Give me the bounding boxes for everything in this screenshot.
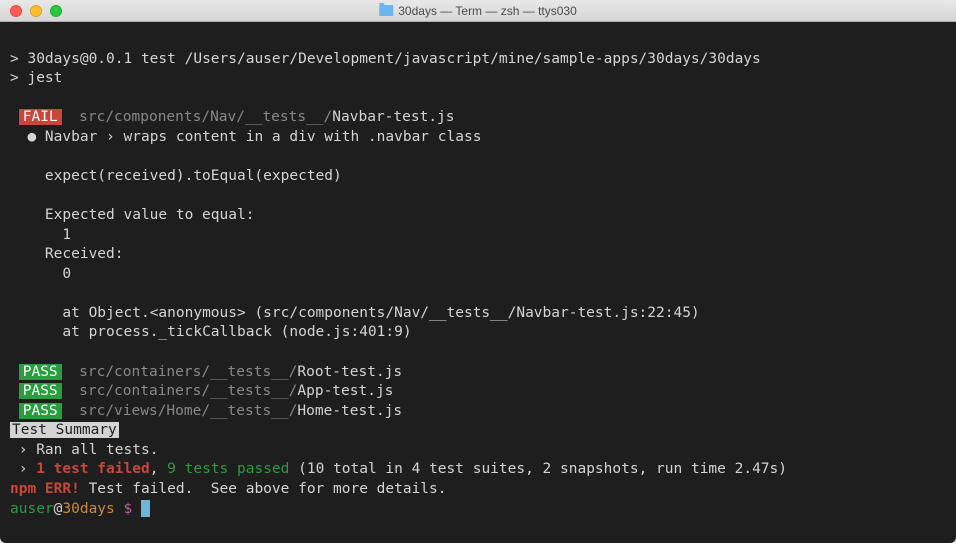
folder-icon [379,5,393,16]
blank-line [10,147,946,167]
summary-ran: › Ran all tests. [10,441,946,461]
prompt-host: 30days [62,501,114,517]
received-label: Received: [10,245,946,265]
blank-line [10,343,946,363]
prompt-user: auser [10,501,54,517]
pass-badge: PASS [19,403,62,419]
titlebar: 30days — Term — zsh — ttys030 [0,0,956,22]
pass-badge: PASS [19,364,62,380]
npm-err: npm ERR! Test failed. See above for more… [10,480,946,500]
fail-line: FAIL src/components/Nav/__tests__/Navbar… [10,108,946,128]
minimize-icon[interactable] [30,5,42,17]
fail-desc: ● Navbar › wraps content in a div with .… [10,128,946,148]
pass-line: PASS src/containers/__tests__/Root-test.… [10,363,946,383]
window-title: 30days — Term — zsh — ttys030 [379,4,577,18]
pass-badge: PASS [19,383,62,399]
prompt-line: auser@30days $ [10,500,946,520]
cursor-icon [141,500,150,517]
pass-line: PASS src/views/Home/__tests__/Home-test.… [10,402,946,422]
close-icon[interactable] [10,5,22,17]
cmd-line-1: > 30days@0.0.1 test /Users/auser/Develop… [10,50,946,70]
blank-line [10,187,946,207]
fail-badge: FAIL [19,109,62,125]
summary-heading: Test Summary [10,421,946,441]
title-text: 30days — Term — zsh — ttys030 [398,4,577,18]
terminal-body[interactable]: > 30days@0.0.1 test /Users/auser/Develop… [0,22,956,543]
pass-line: PASS src/containers/__tests__/App-test.j… [10,382,946,402]
traffic-lights [0,5,62,17]
blank-line [10,284,946,304]
blank-line [10,89,946,109]
expected-val: 1 [10,226,946,246]
stack-2: at process._tickCallback (node.js:401:9) [10,323,946,343]
blank-line [10,30,946,50]
stack-1: at Object.<anonymous> (src/components/Na… [10,304,946,324]
terminal-window: 30days — Term — zsh — ttys030 > 30days@0… [0,0,956,543]
cmd-line-2: > jest [10,69,946,89]
zoom-icon[interactable] [50,5,62,17]
summary-result: › 1 test failed, 9 tests passed (10 tota… [10,460,946,480]
expected-label: Expected value to equal: [10,206,946,226]
received-val: 0 [10,265,946,285]
expect-call: expect(received).toEqual(expected) [10,167,946,187]
